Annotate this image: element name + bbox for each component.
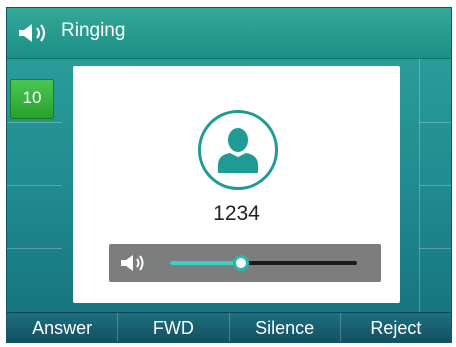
caller-avatar <box>198 110 278 190</box>
call-status-text: Ringing <box>61 20 126 41</box>
silence-softkey[interactable]: Silence <box>230 313 341 342</box>
incoming-call-card: 1234 <box>73 66 400 303</box>
speaker-icon <box>19 24 46 42</box>
divider <box>419 185 451 186</box>
answer-softkey[interactable]: Answer <box>7 313 119 342</box>
reject-softkey[interactable]: Reject <box>341 313 451 342</box>
caller-number: 1234 <box>213 202 260 225</box>
volume-slider-track[interactable] <box>170 255 357 271</box>
line-key-label: 10 <box>22 88 42 107</box>
line-key-10[interactable]: 10 <box>10 79 54 119</box>
line-keys-right <box>405 59 451 312</box>
line-keys-left: 10 <box>7 59 62 312</box>
divider <box>7 185 62 186</box>
divider <box>419 248 451 249</box>
divider <box>7 248 62 249</box>
volume-icon <box>121 255 144 271</box>
phone-screen: Ringing 10 1234 Answer FWD Silence Rejec… <box>6 7 452 343</box>
volume-slider-thumb[interactable] <box>233 255 250 271</box>
volume-slider-fill <box>170 261 242 265</box>
softkey-bar: Answer FWD Silence Reject <box>7 312 451 342</box>
fwd-softkey[interactable]: FWD <box>118 313 230 342</box>
divider <box>7 122 62 123</box>
divider <box>419 122 451 123</box>
status-bar: Ringing <box>7 8 451 59</box>
volume-control[interactable] <box>109 244 381 282</box>
contact-avatar-icon <box>218 128 258 173</box>
